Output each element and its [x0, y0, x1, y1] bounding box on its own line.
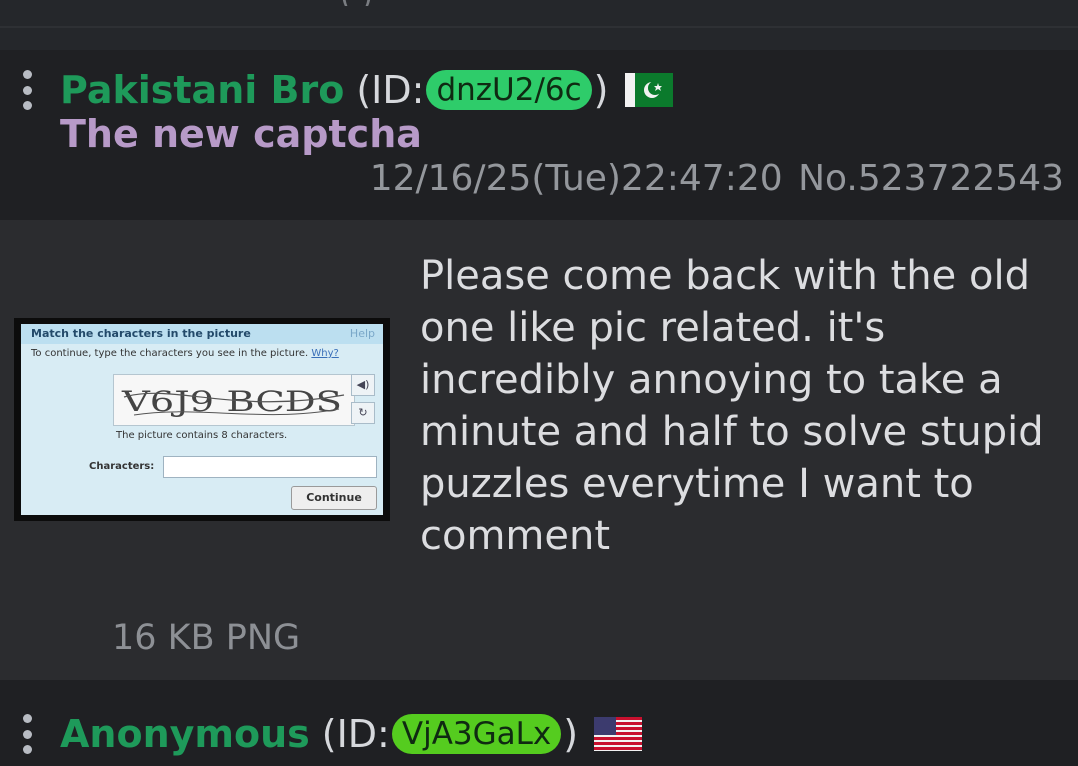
captcha-help: Help: [349, 327, 375, 340]
poster-line: Pakistani Bro (ID: dnzU2/6c ): [60, 68, 673, 112]
poster-id-badge[interactable]: dnzU2/6c: [426, 70, 592, 110]
captcha-instruction-text: To continue, type the characters you see…: [31, 348, 309, 359]
usa-flag-icon: [594, 717, 643, 751]
captcha-continue: Continue: [291, 486, 377, 510]
id-close: ): [563, 712, 579, 756]
captcha-title: Match the characters in the picture: [21, 324, 383, 344]
id-label: (ID:: [356, 68, 425, 112]
poster-name[interactable]: Pakistani Bro: [60, 68, 344, 112]
post-menu-button[interactable]: [22, 70, 34, 110]
speaker-icon: ◀): [351, 374, 375, 396]
captcha-instruction: To continue, type the characters you see…: [31, 348, 339, 359]
post-meta: 12/16/25(Tue)22:47:20 No.523722543: [370, 158, 1064, 199]
post-comment: Please come back with the old one like p…: [420, 253, 1044, 559]
dot-icon: [23, 70, 32, 79]
dot-icon: [23, 714, 32, 723]
pakistan-flag-icon: [624, 73, 673, 107]
captcha-image: V6J9 BCDS: [113, 374, 355, 426]
divider: [0, 26, 1078, 28]
poster-line: Anonymous (ID: VjA3GaLx ): [60, 712, 643, 756]
post-menu-button[interactable]: [22, 714, 34, 754]
captcha-count: The picture contains 8 characters.: [116, 430, 288, 441]
captcha-screenshot: Match the characters in the picture Help…: [21, 324, 383, 515]
post-body: Match the characters in the picture Help…: [0, 220, 1078, 680]
file-info[interactable]: 16 KB PNG: [112, 618, 300, 658]
post-thumbnail[interactable]: Match the characters in the picture Help…: [14, 318, 390, 521]
poster-id-badge[interactable]: VjA3GaLx: [391, 714, 562, 754]
post-number[interactable]: No.523722543: [798, 158, 1064, 199]
captcha-field: [163, 456, 377, 478]
poster-name[interactable]: Anonymous: [60, 712, 310, 756]
cutoff-text: ( ): [340, 0, 700, 6]
post-header: Pakistani Bro (ID: dnzU2/6c ) The new ca…: [0, 50, 1078, 220]
previous-post-cutoff: ( ): [0, 0, 1078, 50]
refresh-icon: ↻: [351, 402, 375, 424]
id-close: ): [593, 68, 609, 112]
post-subject: The new captcha: [60, 112, 422, 156]
captcha-field-label: Characters:: [89, 461, 155, 472]
dot-icon: [23, 101, 32, 110]
post-header: Anonymous (ID: VjA3GaLx ): [0, 680, 1078, 766]
dot-icon: [23, 85, 32, 95]
dot-icon: [23, 745, 32, 754]
dot-icon: [23, 729, 32, 739]
captcha-why: Why?: [311, 348, 339, 359]
id-label: (ID:: [321, 712, 390, 756]
post-date: 12/16/25(Tue)22:47:20: [369, 158, 783, 199]
